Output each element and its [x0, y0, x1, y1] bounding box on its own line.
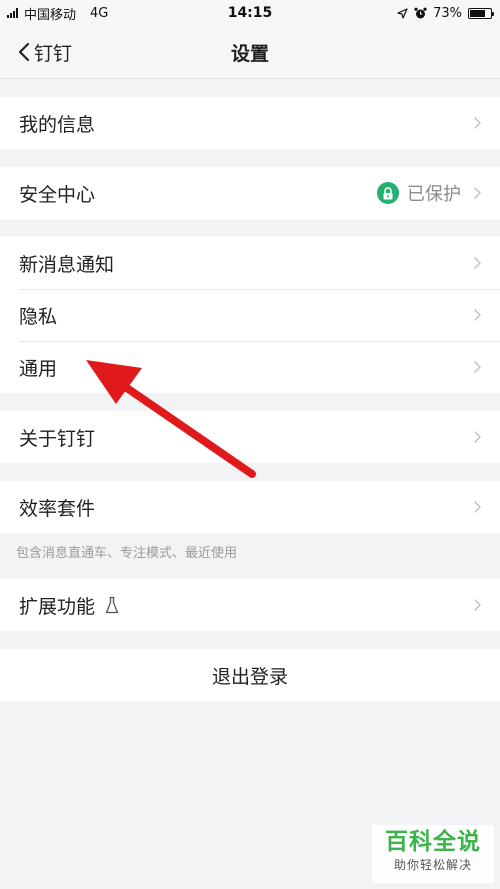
new-message-notification-label: 新消息通知: [19, 253, 115, 276]
settings-group-extensions: 扩展功能: [0, 579, 500, 631]
chevron-right-icon: [473, 598, 482, 612]
alarm-icon: [414, 7, 427, 18]
back-button[interactable]: 钉钉: [0, 39, 72, 66]
chevron-right-icon: [473, 256, 482, 270]
chevron-right-icon: [473, 186, 482, 200]
battery-percent: 73%: [433, 5, 462, 21]
extensions-label: 扩展功能: [19, 595, 96, 618]
network-type: 4G: [90, 5, 109, 21]
my-info-row[interactable]: 我的信息: [0, 97, 500, 149]
nav-bar: 钉钉 设置: [0, 26, 500, 79]
about-label: 关于钉钉: [19, 427, 96, 450]
efficiency-suite-row[interactable]: 效率套件: [0, 481, 500, 533]
watermark-title: 百科全说: [385, 829, 481, 855]
chevron-right-icon: [473, 430, 482, 444]
settings-group-security: 安全中心 已保护: [0, 167, 500, 219]
security-center-label: 安全中心: [19, 183, 96, 206]
security-center-row[interactable]: 安全中心 已保护: [0, 167, 500, 219]
settings-group-profile: 我的信息: [0, 97, 500, 149]
new-message-notification-row[interactable]: 新消息通知: [0, 237, 500, 289]
privacy-row[interactable]: 隐私: [0, 289, 500, 341]
settings-group-about: 关于钉钉: [0, 411, 500, 463]
general-label: 通用: [19, 357, 58, 380]
chevron-right-icon: [473, 116, 482, 130]
status-left: 中国移动 4G: [7, 4, 108, 23]
security-status-label: 已保护: [407, 184, 461, 205]
watermark-logo: 百科全说 助你轻松解决: [372, 825, 494, 883]
status-right: 73%: [397, 5, 494, 21]
watermark-subtitle: 助你轻松解决: [393, 858, 472, 872]
logout-button[interactable]: 退出登录: [0, 649, 500, 701]
status-bar: 中国移动 4G 14:15 73%: [0, 0, 500, 26]
battery-level: [470, 9, 485, 17]
chevron-right-icon: [473, 500, 482, 514]
battery-icon: [468, 7, 494, 19]
my-info-label: 我的信息: [19, 113, 96, 136]
security-status: 已保护: [377, 180, 461, 206]
page-title: 设置: [230, 42, 269, 65]
about-row[interactable]: 关于钉钉: [0, 411, 500, 463]
general-row[interactable]: 通用: [0, 341, 500, 393]
efficiency-suite-label: 效率套件: [19, 497, 96, 520]
carrier-name: 中国移动: [24, 7, 77, 23]
extensions-row[interactable]: 扩展功能: [0, 579, 500, 631]
chevron-right-icon: [473, 308, 482, 322]
location-icon: [397, 7, 408, 19]
settings-group-preferences: 新消息通知 隐私 通用: [0, 237, 500, 393]
chevron-right-icon: [473, 360, 482, 374]
lock-icon: [377, 182, 399, 204]
signal-icon: [7, 8, 18, 18]
privacy-label: 隐私: [19, 305, 58, 328]
back-label: 钉钉: [34, 42, 73, 65]
efficiency-hint: 包含消息直通车、专注模式、最近使用: [16, 546, 238, 561]
chevron-left-icon: [18, 42, 30, 62]
flask-icon: [105, 596, 119, 614]
settings-group-efficiency: 效率套件: [0, 481, 500, 533]
